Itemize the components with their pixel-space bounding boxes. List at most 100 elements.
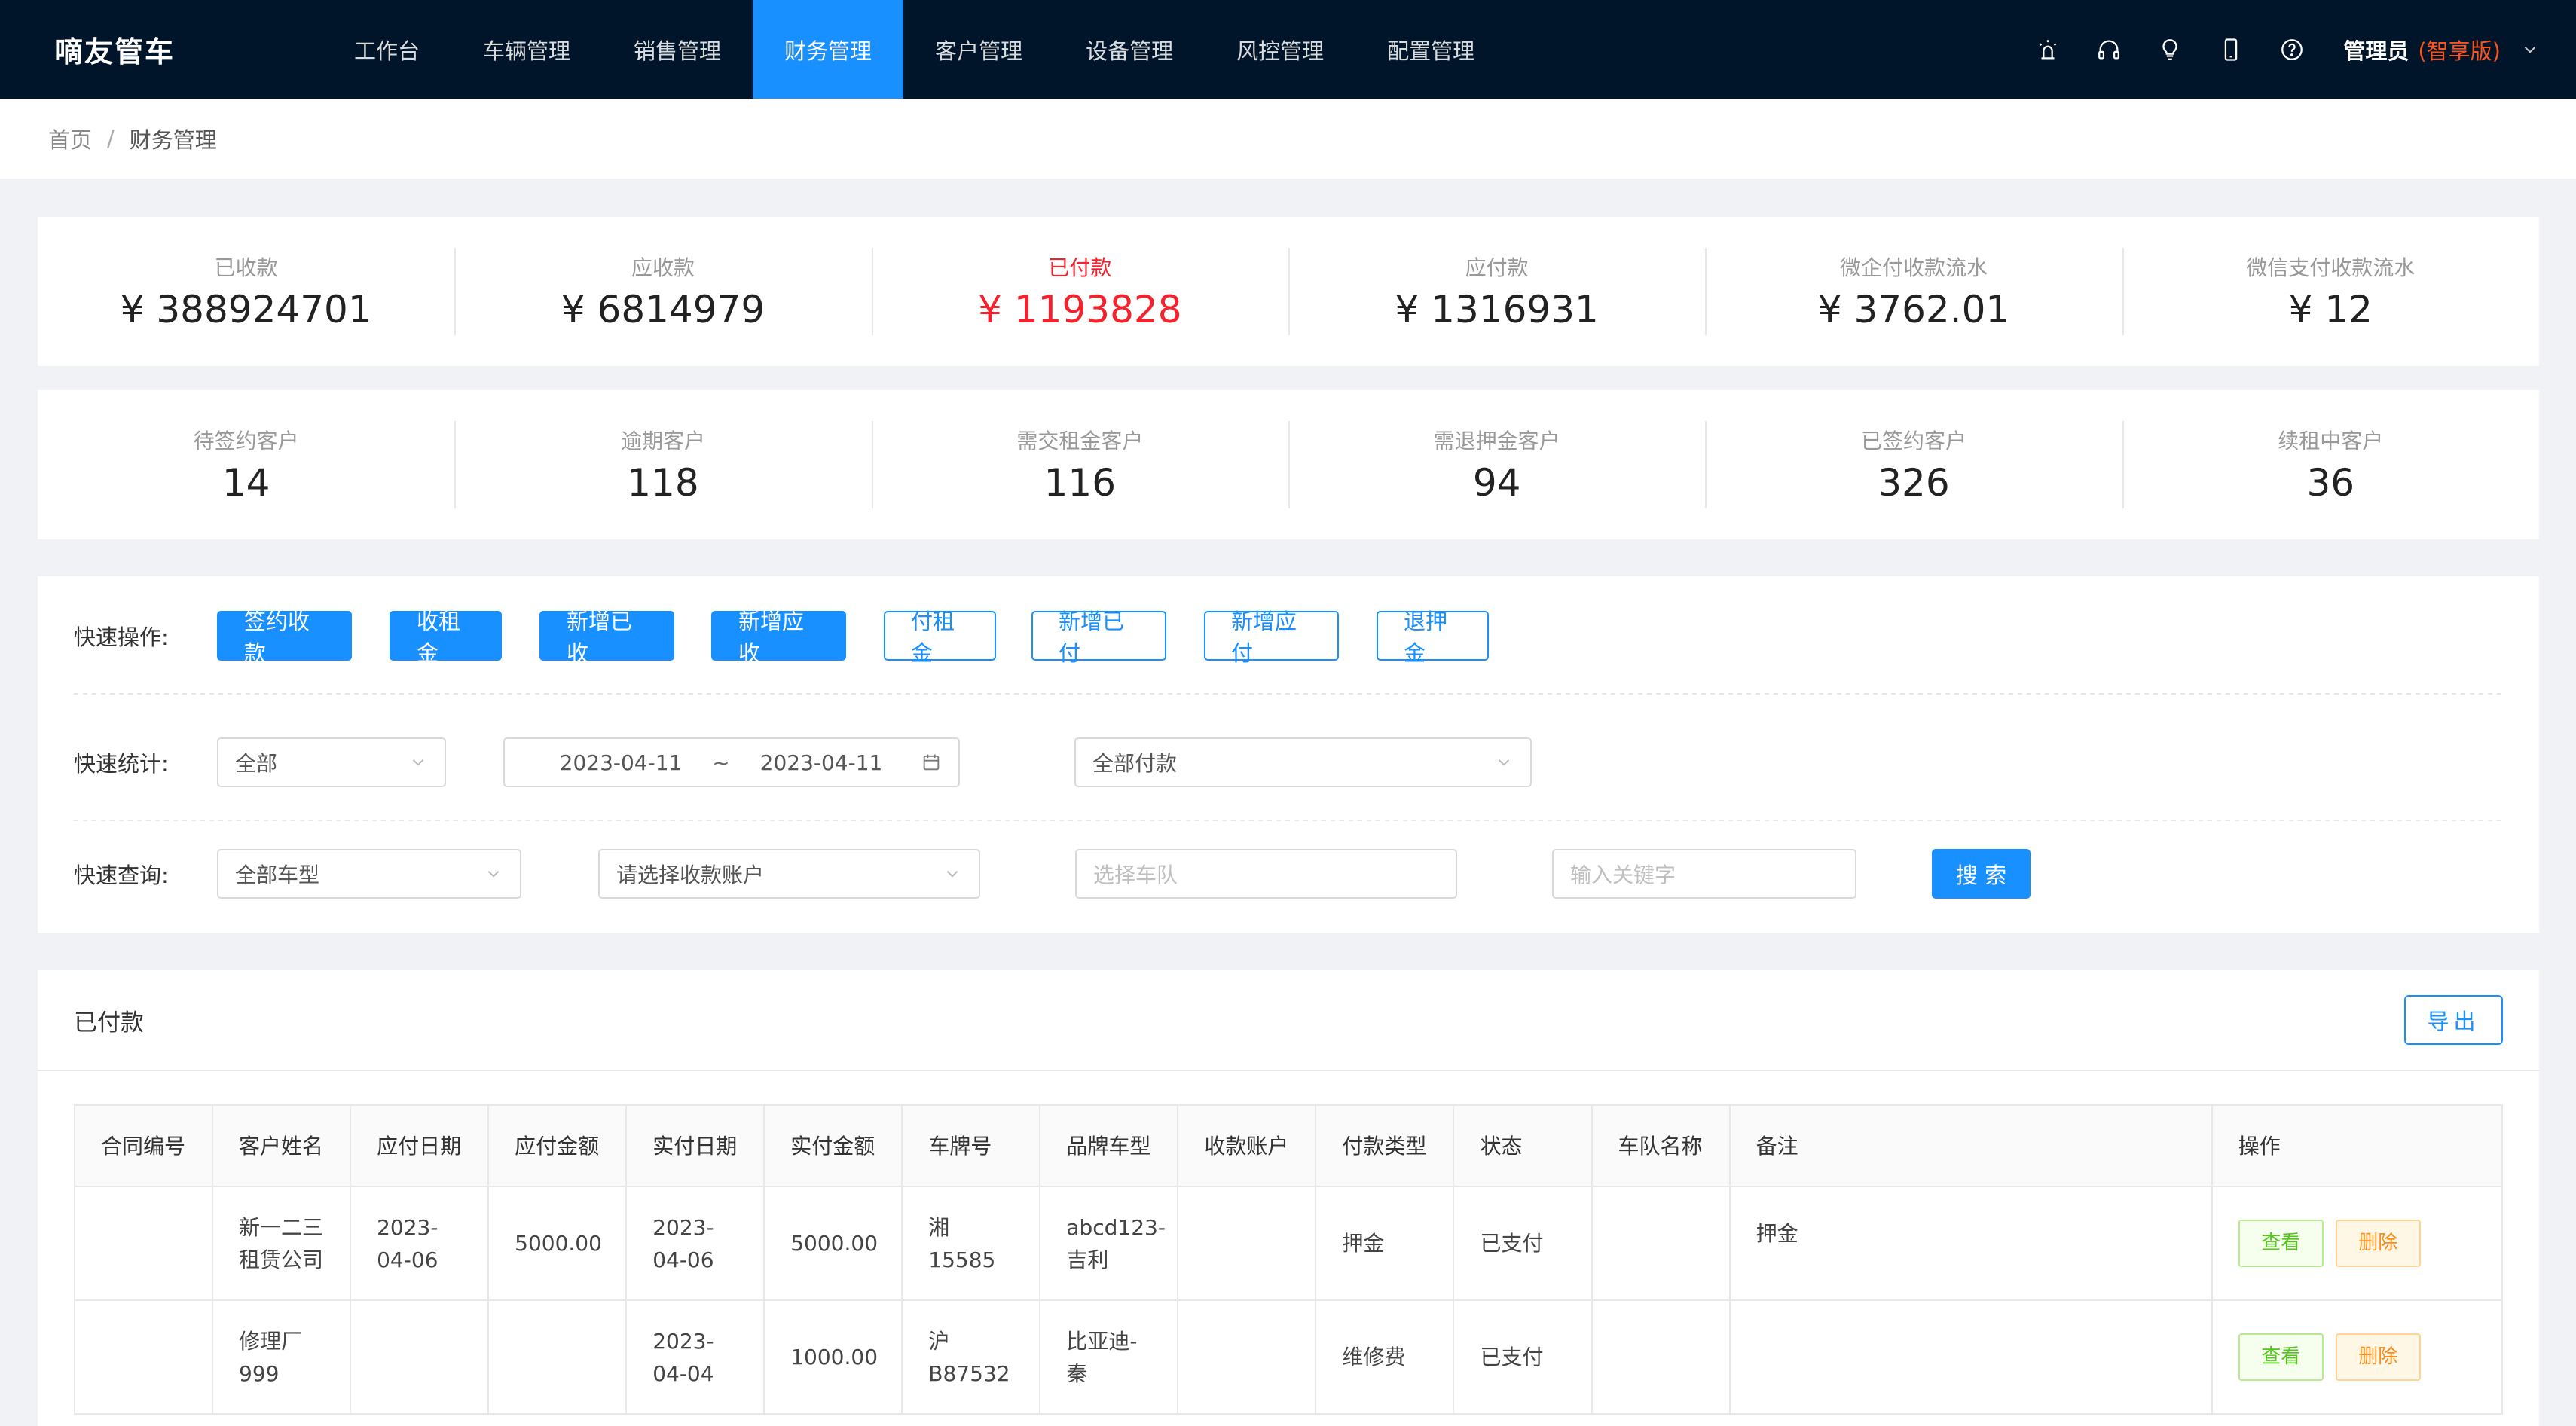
stat-label: 已签约客户: [1860, 429, 1966, 453]
stat-label: 应付款: [1465, 255, 1529, 280]
table-header-bar: 已付款 导出: [38, 970, 2539, 1071]
menu-item-devices[interactable]: 设备管理: [1054, 0, 1205, 99]
scope-select[interactable]: 全部: [217, 737, 446, 787]
stat-label: 应收款: [631, 255, 695, 280]
breadcrumb-separator: /: [107, 126, 115, 151]
bulb-icon[interactable]: [2139, 0, 2200, 99]
cell-customer-name: 修理厂999: [212, 1299, 352, 1415]
sign-collect-button[interactable]: 签约收款: [217, 609, 352, 666]
fleet-input[interactable]: 选择车队: [1075, 849, 1457, 899]
user-name: 管理员: [2343, 38, 2409, 64]
stat-value: ¥ 6814979: [561, 288, 765, 331]
stat-label: 微企付收款流水: [1839, 255, 1988, 280]
stat-overdue[interactable]: 逾期客户 118: [454, 421, 871, 508]
help-icon[interactable]: [2261, 0, 2322, 99]
user-menu[interactable]: 管理员 (智享版): [2343, 34, 2540, 66]
stat-value: 326: [1878, 461, 1950, 505]
main-menu: 工作台 车辆管理 销售管理 财务管理 客户管理 设备管理 风控管理 配置管理: [322, 0, 1506, 99]
brand-logo[interactable]: 嘀友管车: [54, 0, 175, 99]
col-account: 收款账户: [1177, 1104, 1317, 1187]
stat-label: 已付款: [1048, 255, 1112, 280]
stat-value: ¥ 12: [2288, 288, 2373, 331]
quick-query-label: 快速查询:: [74, 863, 169, 888]
menu-item-risk[interactable]: 风控管理: [1205, 0, 1355, 99]
cell-contract-no: [73, 1299, 214, 1415]
stat-value: 14: [222, 461, 270, 505]
menu-item-config[interactable]: 配置管理: [1355, 0, 1506, 99]
cell-actions: 查看 删除: [2211, 1299, 2504, 1415]
view-button[interactable]: 查看: [2238, 1333, 2324, 1381]
add-payable-button[interactable]: 新增应付: [1204, 609, 1339, 666]
stat-wecom-flow: 微企付收款流水 ¥ 3762.01: [1705, 248, 2122, 335]
pay-rent-button[interactable]: 付租金: [884, 609, 996, 666]
stat-receivable: 应收款 ¥ 6814979: [454, 248, 871, 335]
cell-status: 已支付: [1453, 1186, 1593, 1301]
menu-item-workbench[interactable]: 工作台: [322, 0, 451, 99]
mobile-icon[interactable]: [2200, 0, 2261, 99]
cell-account: [1177, 1186, 1317, 1301]
menu-item-sales[interactable]: 销售管理: [602, 0, 753, 99]
collect-rent-button[interactable]: 收租金: [390, 609, 502, 666]
stat-value: ¥ 388924701: [120, 288, 372, 331]
alarm-icon[interactable]: [2017, 0, 2078, 99]
delete-button[interactable]: 删除: [2335, 1220, 2421, 1267]
stat-value: ¥ 1316931: [1395, 288, 1599, 331]
add-received-button[interactable]: 新增已收: [539, 609, 674, 666]
stat-deposit-refund[interactable]: 需退押金客户 94: [1288, 421, 1705, 508]
breadcrumb-home[interactable]: 首页: [48, 123, 92, 154]
stat-label: 已收款: [214, 255, 278, 280]
stat-label: 微信支付收款流水: [2246, 255, 2416, 280]
quick-stats-row: 快速统计: 全部 2023-04-11 ~ 2023-04-11 全部付款: [74, 737, 2503, 787]
col-brand-model: 品牌车型: [1039, 1104, 1179, 1187]
cell-plate: 沪B87532: [901, 1299, 1041, 1415]
col-payment-type: 付款类型: [1315, 1104, 1455, 1187]
stat-value: ¥ 1193828: [978, 288, 1182, 331]
col-status: 状态: [1453, 1104, 1593, 1187]
refund-deposit-button[interactable]: 退押金: [1377, 609, 1489, 666]
col-customer-name: 客户姓名: [212, 1104, 352, 1187]
account-select[interactable]: 请选择收款账户: [598, 849, 980, 899]
cell-due-date: 2023-04-06: [350, 1186, 490, 1301]
headset-icon[interactable]: [2078, 0, 2139, 99]
fleet-input-placeholder: 选择车队: [1093, 863, 1178, 887]
cell-payment-type: 押金: [1315, 1186, 1455, 1301]
export-button[interactable]: 导出: [2404, 995, 2503, 1045]
top-navbar: 嘀友管车 工作台 车辆管理 销售管理 财务管理 客户管理 设备管理 风控管理 配…: [0, 0, 2576, 99]
stat-paid: 已付款 ¥ 1193828: [871, 248, 1288, 335]
payment-filter-select[interactable]: 全部付款: [1074, 737, 1532, 787]
col-contract-no: 合同编号: [73, 1104, 214, 1187]
keyword-input-placeholder: 输入关键字: [1570, 863, 1676, 887]
stat-value: 118: [627, 461, 699, 505]
menu-item-customers[interactable]: 客户管理: [903, 0, 1054, 99]
stat-value: 94: [1472, 461, 1521, 505]
add-paid-button[interactable]: 新增已付: [1031, 609, 1166, 666]
stat-signed[interactable]: 已签约客户 326: [1705, 421, 2122, 508]
stat-label: 续租中客户: [2278, 429, 2384, 453]
breadcrumb-current: 财务管理: [129, 127, 217, 153]
stat-payable: 应付款 ¥ 1316931: [1288, 248, 1705, 335]
stat-renewing[interactable]: 续租中客户 36: [2122, 421, 2539, 508]
col-paid-amount: 实付金额: [763, 1104, 903, 1187]
divider: [74, 820, 2503, 821]
menu-item-vehicles[interactable]: 车辆管理: [451, 0, 602, 99]
stat-rent-due[interactable]: 需交租金客户 116: [871, 421, 1288, 508]
stat-value: 116: [1044, 461, 1117, 505]
cell-note: [1728, 1299, 2213, 1415]
chevron-down-icon: [2524, 46, 2536, 53]
col-actions: 操作: [2211, 1104, 2504, 1187]
paid-table: 合同编号 客户姓名 应付日期 应付金额 实付日期 实付金额 车牌号 品牌车型 收…: [73, 1104, 2504, 1415]
keyword-input[interactable]: 输入关键字: [1552, 849, 1856, 899]
car-type-select[interactable]: 全部车型: [217, 849, 521, 899]
delete-button[interactable]: 删除: [2335, 1333, 2421, 1381]
cell-plate: 湘15585: [901, 1186, 1041, 1301]
search-button[interactable]: 搜 索: [1932, 849, 2031, 899]
stat-pending-sign[interactable]: 待签约客户 14: [38, 421, 454, 508]
amount-summary-panel: 已收款 ¥ 388924701 应收款 ¥ 6814979 已付款 ¥ 1193…: [38, 217, 2539, 366]
view-button[interactable]: 查看: [2238, 1220, 2324, 1267]
date-range-picker[interactable]: 2023-04-11 ~ 2023-04-11: [503, 737, 960, 787]
menu-item-finance[interactable]: 财务管理: [753, 0, 904, 99]
cell-due-date: [350, 1299, 490, 1415]
cell-due-amount: [487, 1299, 628, 1415]
add-receivable-button[interactable]: 新增应收: [711, 609, 846, 666]
cell-payment-type: 维修费: [1315, 1299, 1455, 1415]
